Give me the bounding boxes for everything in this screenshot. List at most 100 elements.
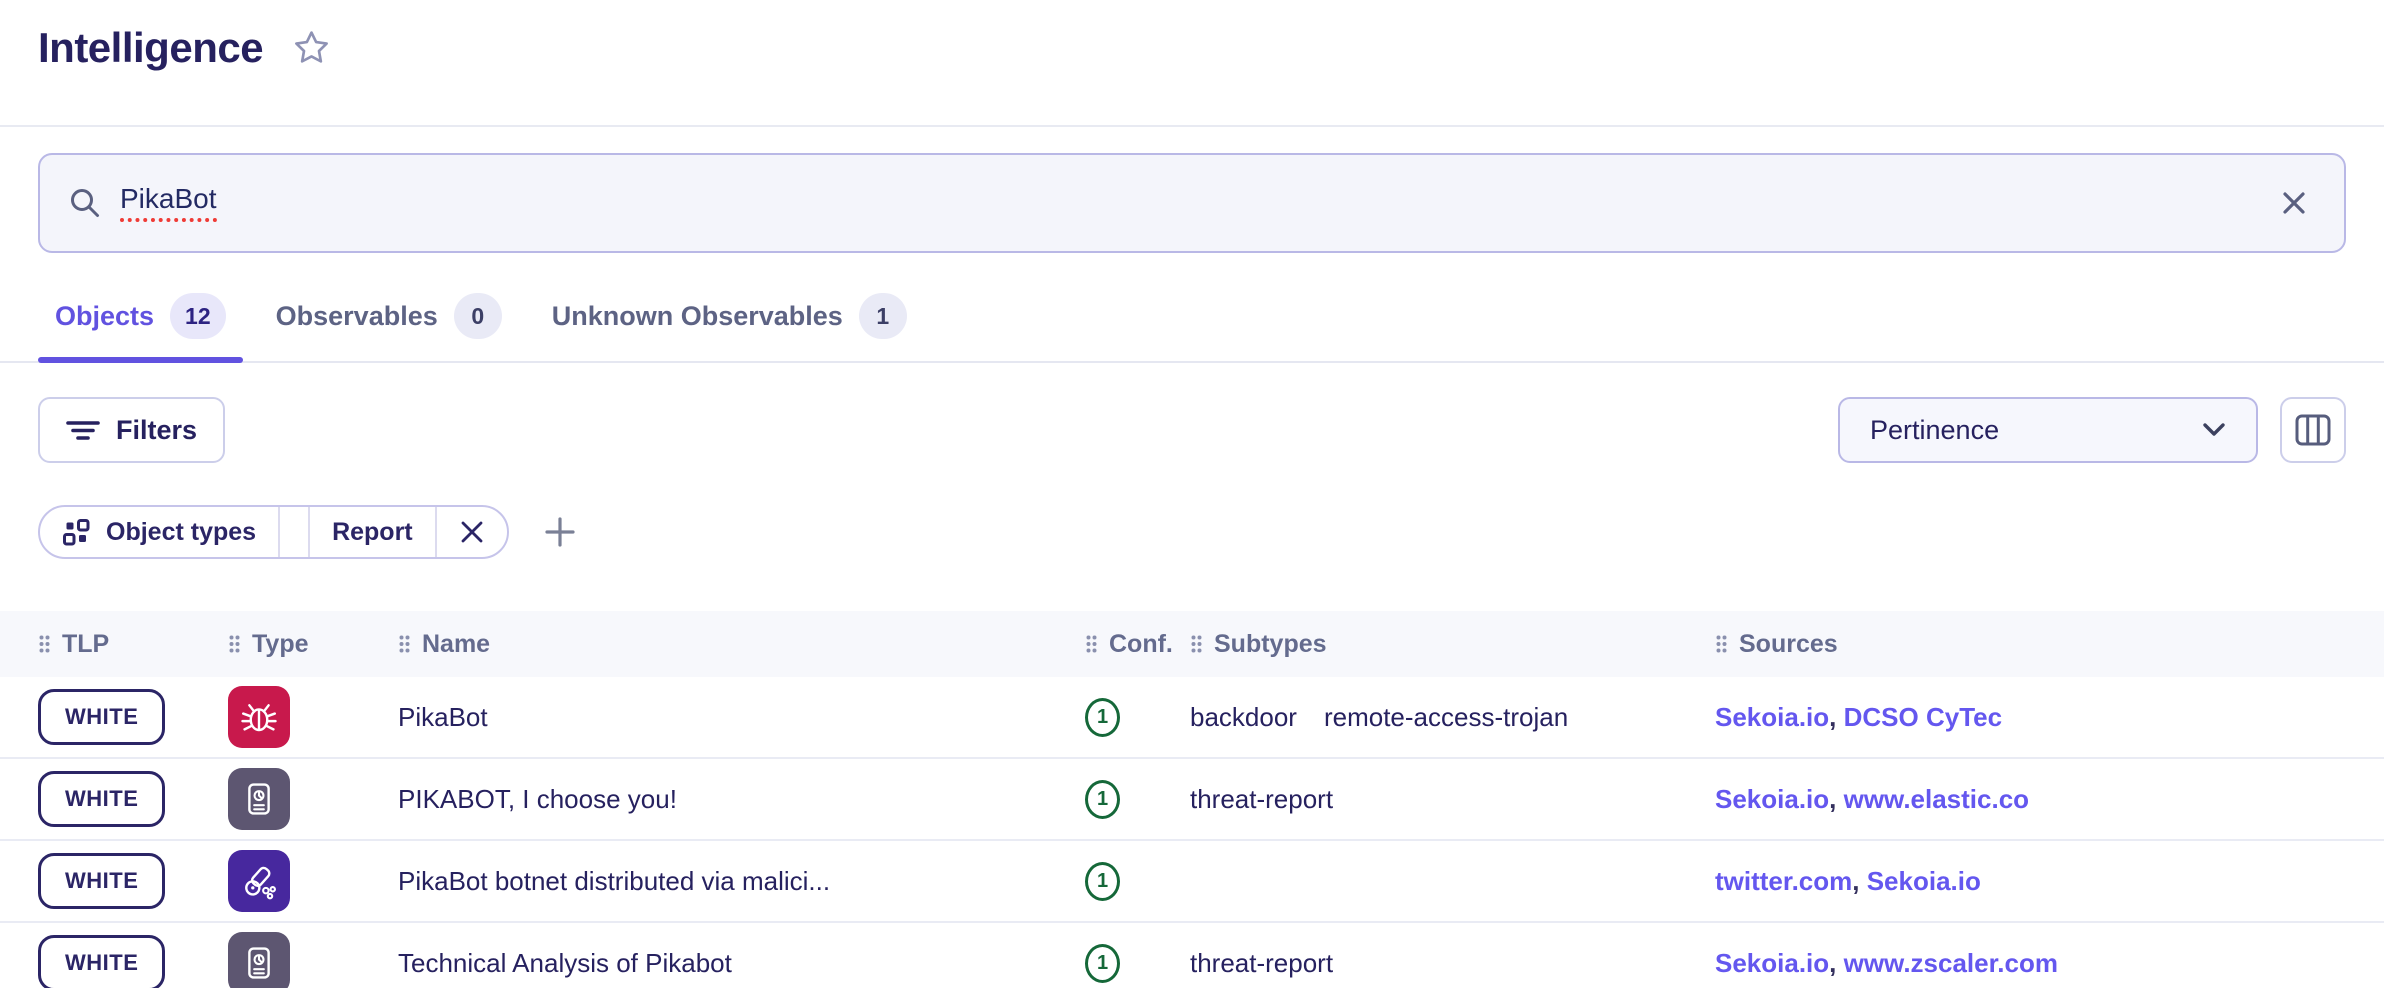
source-link[interactable]: Sekoia.io <box>1867 866 1981 896</box>
table-row[interactable]: WHITE Technical Analysis of Pikabot1 threa… <box>0 923 2384 988</box>
sources-cell: twitter.com, Sekoia.io <box>1715 866 2346 897</box>
object-name[interactable]: PIKABOT, I choose you! <box>398 784 1085 815</box>
subtypes-cell: backdoorremote-access-trojan <box>1190 702 1715 733</box>
clear-search-button[interactable] <box>2278 187 2310 219</box>
drag-handle-icon[interactable] <box>1085 634 1098 654</box>
columns-icon <box>2295 414 2331 446</box>
tlp-badge: WHITE <box>38 689 165 745</box>
filter-chip-category[interactable]: Object types <box>40 507 278 557</box>
filter-icon <box>66 415 100 445</box>
column-header-subtypes[interactable]: Subtypes <box>1190 630 1715 659</box>
column-header-sources[interactable]: Sources <box>1715 630 2346 659</box>
source-separator: , <box>1852 866 1866 896</box>
tab-count-badge: 1 <box>859 293 907 339</box>
confidence-badge: 1 <box>1085 862 1120 901</box>
tab-count-badge: 12 <box>170 293 226 339</box>
intelligence-page: Intelligence PikaBot Objects 12 Observab… <box>0 0 2384 988</box>
drag-handle-icon[interactable] <box>38 634 51 654</box>
tlp-badge: WHITE <box>38 771 165 827</box>
filter-chip-object-types[interactable]: Object types Report <box>38 505 509 559</box>
report-icon <box>228 932 290 988</box>
tab-label: Observables <box>276 301 438 332</box>
subtypes-cell: threat-report <box>1190 948 1715 979</box>
search-section: PikaBot <box>0 127 2384 253</box>
drag-handle-icon[interactable] <box>228 634 241 654</box>
column-label: Conf. <box>1109 630 1173 659</box>
plus-icon <box>543 515 577 549</box>
table-header: TLP Type Name Conf. Subtypes Sources <box>0 611 2384 677</box>
sort-selected-value: Pertinence <box>1870 415 1999 446</box>
object-name[interactable]: PikaBot <box>398 702 1085 733</box>
source-link[interactable]: twitter.com <box>1715 866 1852 896</box>
subtype-label: threat-report <box>1190 948 1333 979</box>
drag-handle-icon[interactable] <box>398 634 411 654</box>
source-link[interactable]: Sekoia.io <box>1715 948 1829 978</box>
source-link[interactable]: Sekoia.io <box>1715 784 1829 814</box>
chevron-down-icon <box>2202 422 2226 438</box>
campaign-icon <box>228 850 290 912</box>
source-link[interactable]: www.zscaler.com <box>1844 948 2058 978</box>
column-header-tlp[interactable]: TLP <box>38 630 228 659</box>
source-link[interactable]: www.elastic.co <box>1844 784 2029 814</box>
report-icon <box>228 768 290 830</box>
source-separator: , <box>1829 784 1843 814</box>
column-label: Type <box>252 630 309 659</box>
sources-cell: Sekoia.io, www.zscaler.com <box>1715 948 2346 979</box>
filters-button[interactable]: Filters <box>38 397 225 463</box>
toolbar-right: Pertinence <box>1838 397 2346 463</box>
drag-handle-icon[interactable] <box>1715 634 1728 654</box>
tab-objects[interactable]: Objects 12 <box>38 283 243 361</box>
object-name[interactable]: Technical Analysis of Pikabot <box>398 948 1085 979</box>
column-label: Sources <box>1739 630 1838 659</box>
search-input[interactable]: PikaBot <box>38 153 2346 253</box>
table-row[interactable]: WHITEPIKABOT, I choose you!1threat-repor… <box>0 759 2384 841</box>
source-separator: , <box>1829 702 1843 732</box>
tlp-badge: WHITE <box>38 935 165 988</box>
tab-label: Objects <box>55 301 154 332</box>
search-value[interactable]: PikaBot <box>120 184 217 222</box>
column-settings-button[interactable] <box>2280 397 2346 463</box>
column-header-conf[interactable]: Conf. <box>1085 630 1190 659</box>
source-separator: , <box>1829 948 1843 978</box>
object-name[interactable]: PikaBot botnet distributed via malici... <box>398 866 1085 897</box>
results-table: TLP Type Name Conf. Subtypes Sources <box>0 611 2384 988</box>
sources-cell: Sekoia.io, DCSO CyTec <box>1715 702 2346 733</box>
source-link[interactable]: DCSO CyTec <box>1844 702 2002 732</box>
sources-cell: Sekoia.io, www.elastic.co <box>1715 784 2346 815</box>
table-row[interactable]: WHITE PikaBot1 backdoorremote-access-troja… <box>0 677 2384 759</box>
filter-chip-operator[interactable] <box>278 507 308 557</box>
filter-chip-category-label: Object types <box>106 518 256 547</box>
tab-unknown-observables[interactable]: Unknown Observables 1 <box>535 283 924 361</box>
active-filters-row: Object types Report <box>0 505 2384 559</box>
column-label: Subtypes <box>1214 630 1327 659</box>
add-filter-button[interactable] <box>543 515 577 549</box>
subtypes-cell: threat-report <box>1190 784 1715 815</box>
filter-chip-value-label: Report <box>332 518 413 547</box>
filter-chip-value[interactable]: Report <box>308 507 435 557</box>
drag-handle-icon[interactable] <box>1190 634 1203 654</box>
object-types-grid-icon <box>62 518 90 546</box>
search-icon <box>68 186 102 220</box>
favorite-button[interactable] <box>293 29 330 66</box>
table-row[interactable]: WHITE PikaBot botnet distributed via mali… <box>0 841 2384 923</box>
toolbar: Filters Pertinence <box>0 397 2384 463</box>
confidence-badge: 1 <box>1085 944 1120 983</box>
tab-observables[interactable]: Observables 0 <box>259 283 519 361</box>
confidence-badge: 1 <box>1085 698 1120 737</box>
column-header-type[interactable]: Type <box>228 630 398 659</box>
page-header: Intelligence <box>0 0 2384 127</box>
star-outline-icon <box>293 29 330 66</box>
sort-select[interactable]: Pertinence <box>1838 397 2258 463</box>
close-icon <box>2278 187 2310 219</box>
malware-icon <box>228 686 290 748</box>
result-tabs: Objects 12 Observables 0 Unknown Observa… <box>0 283 2384 363</box>
column-label: TLP <box>62 630 109 659</box>
close-icon <box>459 519 485 545</box>
subtype-label: threat-report <box>1190 784 1333 815</box>
source-link[interactable]: Sekoia.io <box>1715 702 1829 732</box>
column-header-name[interactable]: Name <box>398 630 1085 659</box>
column-label: Name <box>422 630 490 659</box>
tlp-badge: WHITE <box>38 853 165 909</box>
table-body: WHITEPikaBot1backdoorremote-access-troja… <box>0 677 2384 988</box>
remove-filter-button[interactable] <box>435 507 507 557</box>
